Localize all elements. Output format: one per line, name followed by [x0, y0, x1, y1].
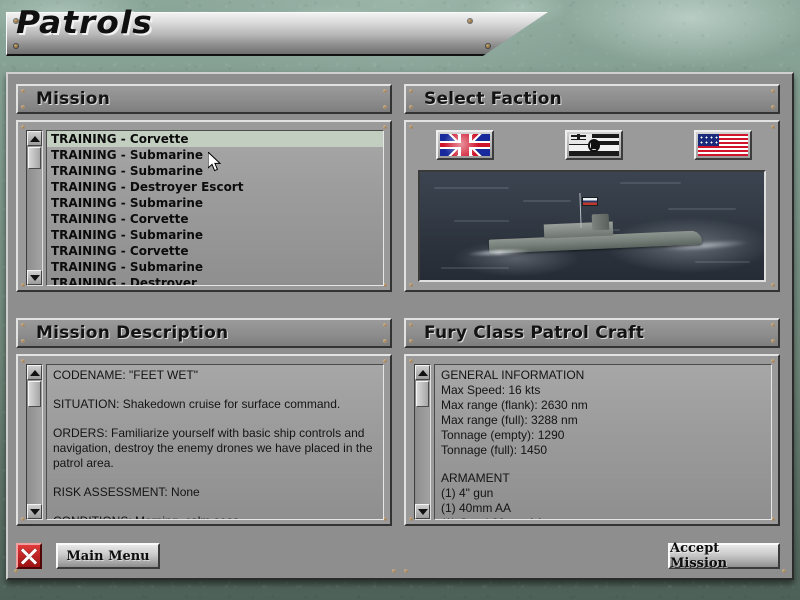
- spec-line: Tonnage (full): 1450: [441, 443, 548, 457]
- specs-general-heading: GENERAL INFORMATION: [441, 368, 585, 382]
- screw-icon: [404, 569, 408, 573]
- faction-panel: [404, 120, 780, 292]
- screw-icon: [486, 44, 490, 48]
- scroll-up-button[interactable]: [415, 365, 430, 380]
- mission-panel-header: Mission: [16, 84, 392, 114]
- faction-panel-title: Select Faction: [424, 89, 562, 109]
- mission-list-item[interactable]: TRAINING - Corvette: [47, 131, 383, 147]
- screw-icon: [468, 19, 472, 23]
- usa-flag-icon: [698, 134, 748, 156]
- page-title: Patrols: [16, 5, 153, 41]
- description-panel-title: Mission Description: [36, 323, 229, 343]
- mission-list-item[interactable]: TRAINING - Corvette: [47, 211, 383, 227]
- faction-button-britain[interactable]: [436, 130, 494, 160]
- scroll-down-button[interactable]: [27, 504, 42, 519]
- triangle-down-icon: [29, 508, 40, 515]
- screw-icon: [782, 569, 786, 573]
- spec-line: (1) 40mm AA: [441, 501, 512, 515]
- description-situation: SITUATION: Shakedown cruise for surface …: [53, 397, 341, 411]
- faction-button-germany[interactable]: [565, 130, 623, 160]
- description-panel-header: Mission Description: [16, 318, 392, 348]
- kriegsmarine-flag-icon: [569, 134, 619, 156]
- mission-panel-title: Mission: [36, 89, 110, 109]
- ship-specs-text-area[interactable]: GENERAL INFORMATION Max Speed: 16 kts Max…: [434, 364, 772, 520]
- scroll-down-button[interactable]: [415, 504, 430, 519]
- ship-panel-header: Fury Class Patrol Craft: [404, 318, 780, 348]
- triangle-down-icon: [417, 508, 428, 515]
- faction-panel-header: Select Faction: [404, 84, 780, 114]
- ship-ensign-icon: [581, 196, 598, 206]
- game-screen: Patrols Mission TRAINING - Corvette TRAI…: [0, 0, 800, 600]
- specs-armament-heading: ARMAMENT: [441, 471, 510, 485]
- mission-list-item[interactable]: TRAINING - Destroyer Escort: [47, 179, 383, 195]
- spec-line: Max range (flank): 2630 nm: [441, 398, 588, 412]
- mission-list-item[interactable]: TRAINING - Submarine: [47, 195, 383, 211]
- description-text-area[interactable]: CODENAME: "FEET WET" SITUATION: Shakedow…: [46, 364, 384, 520]
- ship-specs-scrollbar[interactable]: [414, 364, 431, 520]
- description-panel: CODENAME: "FEET WET" SITUATION: Shakedow…: [16, 354, 392, 526]
- mission-list-item[interactable]: TRAINING - Submarine: [47, 163, 383, 179]
- ship-panel-title: Fury Class Patrol Craft: [424, 323, 645, 343]
- scroll-up-button[interactable]: [27, 131, 42, 146]
- mission-list-item[interactable]: TRAINING - Destroyer: [47, 275, 383, 285]
- union-jack-flag-icon: [440, 134, 490, 156]
- scroll-down-button[interactable]: [27, 270, 42, 285]
- close-button[interactable]: [16, 543, 42, 569]
- description-codename: CODENAME: "FEET WET": [53, 368, 198, 382]
- scrollbar-thumb[interactable]: [28, 147, 41, 169]
- mission-list-item[interactable]: TRAINING - Submarine: [47, 227, 383, 243]
- ship-specs-panel: GENERAL INFORMATION Max Speed: 16 kts Max…: [404, 354, 780, 526]
- mission-list-item[interactable]: TRAINING - Corvette: [47, 243, 383, 259]
- ship-funnel: [591, 213, 610, 231]
- mission-list-item[interactable]: TRAINING - Submarine: [47, 147, 383, 163]
- main-menu-button[interactable]: Main Menu: [56, 543, 160, 569]
- spec-line: (1) 4" gun: [441, 486, 494, 500]
- ship-preview-image: [418, 170, 766, 282]
- description-conditions: CONDITIONS: Morning, calm seas: [53, 514, 379, 519]
- triangle-up-icon: [29, 135, 40, 142]
- faction-button-usa[interactable]: [694, 130, 752, 160]
- spec-line: Max range (full): 3288 nm: [441, 413, 578, 427]
- spec-line: (1) Quad 20mm AA: [441, 516, 767, 519]
- main-frame: Mission TRAINING - Corvette TRAINING - Su…: [6, 72, 794, 580]
- triangle-up-icon: [29, 369, 40, 376]
- triangle-down-icon: [29, 274, 40, 281]
- scrollbar-thumb[interactable]: [28, 381, 41, 407]
- spec-line: Tonnage (empty): 1290: [441, 428, 565, 442]
- screw-icon: [392, 569, 396, 573]
- screw-icon: [14, 569, 18, 573]
- scrollbar-thumb[interactable]: [416, 381, 429, 407]
- mission-list[interactable]: TRAINING - Corvette TRAINING - Submarine T…: [46, 130, 384, 286]
- description-orders: ORDERS: Familiarize yourself with basic …: [53, 426, 373, 470]
- bow-wake: [468, 248, 531, 257]
- description-risk: RISK ASSESSMENT: None: [53, 485, 200, 499]
- mission-list-panel: TRAINING - Corvette TRAINING - Submarine T…: [16, 120, 392, 292]
- screw-icon: [14, 44, 18, 48]
- scroll-up-button[interactable]: [27, 365, 42, 380]
- spec-line: Max Speed: 16 kts: [441, 383, 541, 397]
- mission-list-item[interactable]: TRAINING - Submarine: [47, 259, 383, 275]
- triangle-up-icon: [417, 369, 428, 376]
- accept-mission-button[interactable]: Accept Mission: [668, 541, 780, 571]
- mission-list-scrollbar[interactable]: [26, 130, 43, 286]
- description-scrollbar[interactable]: [26, 364, 43, 520]
